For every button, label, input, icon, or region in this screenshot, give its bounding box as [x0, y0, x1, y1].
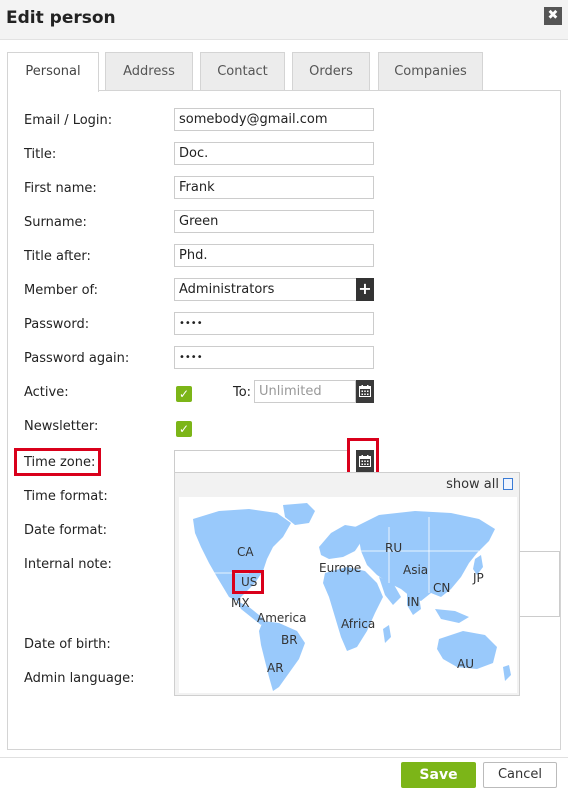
map-region-jp[interactable]: JP	[473, 571, 484, 585]
world-map[interactable]: CA US MX America BR AR Europe Africa RU …	[179, 497, 517, 693]
time-zone-field[interactable]	[174, 450, 349, 473]
title-after-field[interactable]: Phd.	[174, 244, 374, 267]
active-to-field[interactable]: Unlimited	[254, 380, 356, 403]
show-all-link[interactable]: show all	[446, 477, 513, 492]
active-checkbox[interactable]: ✓	[176, 386, 192, 402]
map-region-mx[interactable]: MX	[231, 596, 250, 610]
map-region-africa[interactable]: Africa	[341, 617, 375, 631]
map-region-cn[interactable]: CN	[433, 581, 450, 595]
document-icon	[503, 478, 513, 490]
show-all-label: show all	[446, 477, 499, 492]
internal-note-field[interactable]	[516, 551, 560, 617]
date-of-birth-label: Date of birth:	[24, 637, 111, 652]
map-region-asia[interactable]: Asia	[403, 563, 428, 577]
newsletter-checkbox[interactable]: ✓	[176, 421, 192, 437]
save-button[interactable]: Save	[401, 762, 476, 788]
time-zone-label-highlight	[14, 448, 101, 476]
title-field[interactable]: Doc.	[174, 142, 374, 165]
active-label: Active:	[24, 385, 69, 400]
close-icon[interactable]: ✖	[544, 7, 562, 25]
tab-companies[interactable]: Companies	[378, 52, 483, 91]
map-region-au[interactable]: AU	[457, 657, 474, 671]
map-region-ca[interactable]: CA	[237, 545, 254, 559]
footer-divider	[0, 757, 568, 758]
tab-bar: Personal Address Contact Orders Companie…	[7, 52, 561, 92]
password-field[interactable]: ••••	[174, 312, 374, 335]
us-region-highlight	[232, 570, 264, 594]
member-of-label: Member of:	[24, 283, 99, 298]
password-again-field[interactable]: ••••	[174, 346, 374, 369]
title-label: Title:	[24, 147, 57, 162]
active-to-label: To:	[233, 385, 252, 400]
password-again-label: Password again:	[24, 351, 130, 366]
email-field[interactable]: somebody@gmail.com	[174, 108, 374, 131]
password-label: Password:	[24, 317, 90, 332]
date-format-label: Date format:	[24, 523, 107, 538]
first-name-field[interactable]: Frank	[174, 176, 374, 199]
calendar-icon	[359, 385, 371, 397]
time-format-label: Time format:	[24, 489, 108, 504]
active-to-calendar-button[interactable]	[356, 380, 374, 403]
surname-label: Surname:	[24, 215, 87, 230]
member-of-select[interactable]: Administrators	[174, 278, 357, 301]
tab-orders[interactable]: Orders	[292, 52, 370, 91]
dialog-title: Edit person	[6, 8, 116, 28]
surname-field[interactable]: Green	[174, 210, 374, 233]
newsletter-label: Newsletter:	[24, 419, 99, 434]
map-region-ar[interactable]: AR	[267, 661, 284, 675]
map-region-br[interactable]: BR	[281, 633, 298, 647]
dialog-titlebar: Edit person ✖	[0, 0, 568, 40]
internal-note-label: Internal note:	[24, 557, 112, 572]
tab-personal[interactable]: Personal	[7, 52, 99, 92]
title-after-label: Title after:	[24, 249, 91, 264]
map-region-in[interactable]: IN	[407, 595, 420, 609]
first-name-label: First name:	[24, 181, 97, 196]
map-region-europe[interactable]: Europe	[319, 561, 361, 575]
cancel-button[interactable]: Cancel	[483, 762, 557, 788]
time-zone-popup: show all CA US MX America BR AR Europe A…	[174, 472, 520, 696]
map-region-america[interactable]: America	[257, 611, 307, 625]
email-label: Email / Login:	[24, 113, 113, 128]
map-region-ru[interactable]: RU	[385, 541, 402, 555]
add-group-button[interactable]: +	[356, 278, 374, 301]
tab-contact[interactable]: Contact	[200, 52, 285, 91]
admin-language-label: Admin language:	[24, 671, 135, 686]
tab-address[interactable]: Address	[105, 52, 193, 91]
